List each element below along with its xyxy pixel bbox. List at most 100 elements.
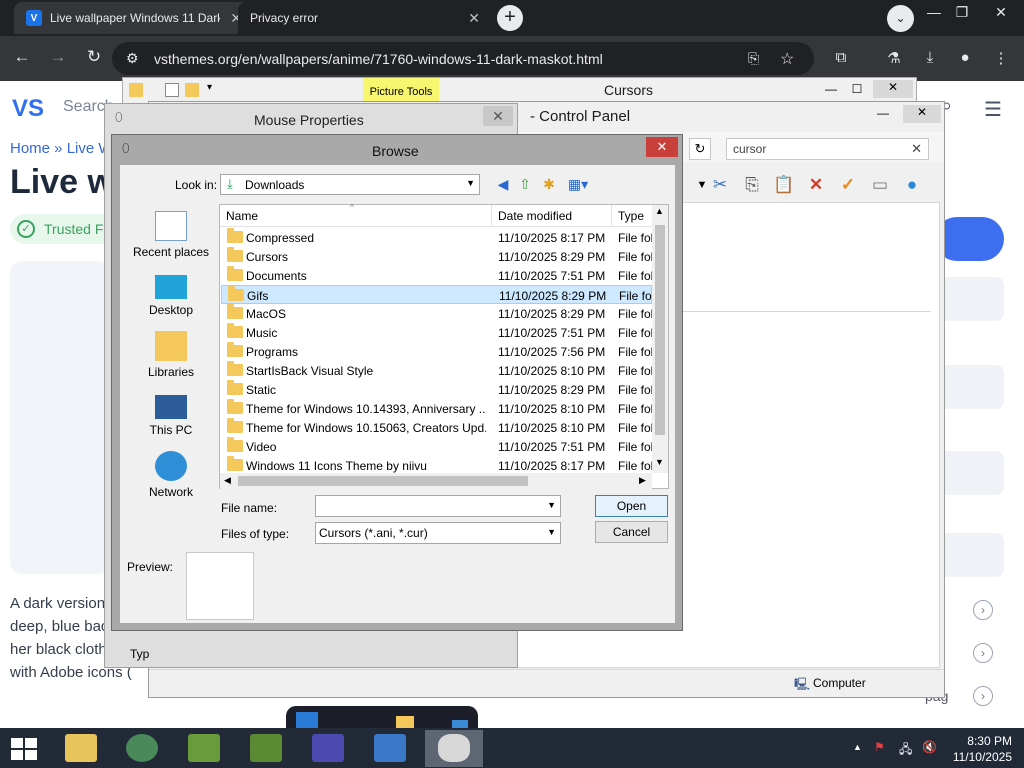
- chevron-down-icon[interactable]: ▼: [466, 178, 475, 188]
- clear-search-icon[interactable]: ✕: [911, 141, 922, 157]
- taskbar-clock[interactable]: 8:30 PM 11/10/2025: [946, 733, 1012, 765]
- column-separator[interactable]: [611, 205, 612, 227]
- breadcrumb[interactable]: Home » Live W: [10, 140, 113, 157]
- file-row[interactable]: Programs 11/10/2025 7:56 PM File folder: [221, 342, 652, 361]
- file-list[interactable]: ^ Name Date modified Type Compressed 11/1…: [219, 203, 669, 489]
- file-row[interactable]: Documents 11/10/2025 7:51 PM File folder: [221, 266, 652, 285]
- file-row[interactable]: Video 11/10/2025 7:51 PM File folder: [221, 437, 652, 456]
- column-name[interactable]: Name: [226, 209, 258, 223]
- close-button[interactable]: ✕: [483, 106, 513, 126]
- scroll-right-icon[interactable]: ▶: [639, 475, 646, 486]
- tab-close-icon[interactable]: ✕: [468, 10, 480, 27]
- address-bar[interactable]: ⚙ vsthemes.org/en/wallpapers/anime/71760…: [112, 42, 814, 75]
- scroll-up-icon[interactable]: ▲: [655, 206, 664, 216]
- back-icon[interactable]: ◀: [494, 176, 512, 194]
- file-row[interactable]: Compressed 11/10/2025 8:17 PM File folder: [221, 228, 652, 247]
- downloads-icon[interactable]: ⤓: [919, 49, 941, 66]
- chevron-down-icon[interactable]: ▼: [547, 500, 556, 510]
- back-icon[interactable]: ←: [10, 47, 34, 67]
- hamburger-menu-icon[interactable]: ☰: [984, 97, 1002, 122]
- volume-muted-icon[interactable]: 🔇: [922, 740, 937, 754]
- tab-search-icon[interactable]: ⌄: [887, 5, 914, 32]
- chevron-right-icon[interactable]: ›: [973, 686, 993, 706]
- taskbar-mouse-properties[interactable]: [425, 730, 483, 767]
- column-type[interactable]: Type: [618, 209, 644, 223]
- site-info-icon[interactable]: ⚙: [126, 50, 139, 67]
- start-windows-icon[interactable]: [10, 737, 38, 761]
- chevron-down-icon[interactable]: ▼: [547, 527, 556, 537]
- minimize-button[interactable]: —: [919, 4, 949, 20]
- taskbar-control-panel[interactable]: [366, 730, 414, 767]
- scroll-thumb[interactable]: [238, 476, 528, 486]
- taskbar-settings[interactable]: [304, 730, 352, 767]
- file-row[interactable]: Music 11/10/2025 7:51 PM File folder: [221, 323, 652, 342]
- taskbar-file-explorer[interactable]: [57, 730, 105, 767]
- vertical-scrollbar[interactable]: ▲ ▼: [652, 205, 668, 473]
- properties-icon[interactable]: [165, 83, 179, 97]
- tab-privacy-error[interactable]: Privacy error ✕: [238, 2, 490, 34]
- file-row[interactable]: Cursors 11/10/2025 8:29 PM File folder: [221, 247, 652, 266]
- restore-button[interactable]: ❐: [947, 4, 977, 21]
- place-this-pc[interactable]: This PC: [126, 391, 216, 437]
- properties-icon[interactable]: ▭: [867, 172, 893, 198]
- taskbar-minecraft[interactable]: [180, 730, 228, 767]
- extensions-icon[interactable]: ⧉: [830, 49, 852, 66]
- close-button[interactable]: ✕: [646, 137, 678, 157]
- refresh-icon[interactable]: ↻: [689, 138, 711, 160]
- file-row[interactable]: MacOS 11/10/2025 8:29 PM File folder: [221, 304, 652, 323]
- site-logo[interactable]: VS: [12, 95, 44, 123]
- close-window-button[interactable]: ✕: [986, 4, 1016, 21]
- place-libraries[interactable]: Libraries: [126, 331, 216, 379]
- file-row[interactable]: StartIsBack Visual Style 11/10/2025 8:10 …: [221, 361, 652, 380]
- column-date-modified[interactable]: Date modified: [498, 209, 572, 223]
- file-row[interactable]: Theme for Windows 10.14393, Anniversary …: [221, 399, 652, 418]
- new-folder-icon[interactable]: ✱: [540, 176, 558, 194]
- url-text[interactable]: vsthemes.org/en/wallpapers/anime/71760-w…: [154, 51, 603, 67]
- taskbar-minecraft-2[interactable]: [242, 730, 290, 767]
- new-tab-button[interactable]: +: [497, 5, 523, 31]
- file-name-input[interactable]: ▼: [315, 495, 561, 517]
- scroll-down-icon[interactable]: ▼: [655, 457, 664, 467]
- forward-icon[interactable]: →: [46, 47, 70, 67]
- file-row[interactable]: Theme for Windows 10.15063, Creators Upd…: [221, 418, 652, 437]
- cancel-button[interactable]: Cancel: [595, 521, 668, 543]
- reload-icon[interactable]: ↻: [82, 47, 106, 67]
- view-menu-icon[interactable]: ▦▾: [564, 176, 592, 194]
- action-center-flag-icon[interactable]: ⚑: [874, 740, 885, 754]
- close-button[interactable]: ✕: [873, 80, 913, 98]
- network-icon[interactable]: 🖧: [899, 740, 912, 761]
- bookmark-star-icon[interactable]: ☆: [780, 49, 794, 69]
- minimize-button[interactable]: —: [817, 82, 845, 96]
- taskbar-browser[interactable]: [118, 730, 166, 767]
- tray-overflow-icon[interactable]: ▲: [853, 742, 862, 752]
- delete-icon[interactable]: ✕: [803, 172, 829, 198]
- labs-flask-icon[interactable]: ⚗: [883, 49, 905, 67]
- chevron-right-icon[interactable]: ›: [973, 600, 993, 620]
- place-network[interactable]: Network: [126, 451, 216, 499]
- chevron-right-icon[interactable]: ›: [973, 643, 993, 663]
- new-folder-icon[interactable]: [185, 83, 199, 97]
- file-row[interactable]: Gifs 11/10/2025 8:29 PM File folder: [221, 285, 653, 304]
- scroll-left-icon[interactable]: ◀: [224, 475, 231, 486]
- column-separator[interactable]: [491, 205, 492, 227]
- checkmark-icon[interactable]: ✓: [835, 172, 861, 198]
- search-input[interactable]: cursor ✕: [726, 138, 929, 160]
- close-button[interactable]: ✕: [903, 105, 941, 123]
- download-button[interactable]: [935, 217, 1004, 261]
- tab-live-wallpaper[interactable]: V Live wallpaper Windows 11 Dark ✕: [14, 2, 252, 34]
- menu-kebab-icon[interactable]: ⋮: [990, 49, 1012, 67]
- search-value[interactable]: cursor: [733, 142, 766, 156]
- globe-icon[interactable]: ●: [899, 172, 925, 198]
- cut-icon[interactable]: ✂: [707, 172, 733, 198]
- up-folder-icon[interactable]: ⇧: [516, 176, 534, 194]
- minimize-button[interactable]: —: [869, 106, 897, 120]
- profile-icon[interactable]: ●: [954, 49, 976, 66]
- file-row[interactable]: Static 11/10/2025 8:29 PM File folder: [221, 380, 652, 399]
- place-desktop[interactable]: Desktop: [126, 271, 216, 317]
- maximize-button[interactable]: ☐: [843, 82, 871, 96]
- files-of-type-select[interactable]: Cursors (*.ani, *.cur) ▼: [315, 522, 561, 544]
- place-recent-places[interactable]: Recent places: [126, 211, 216, 259]
- customize-qat-icon[interactable]: ▾: [207, 82, 212, 93]
- copy-icon[interactable]: ⎘: [739, 172, 765, 198]
- open-button[interactable]: Open: [595, 495, 668, 517]
